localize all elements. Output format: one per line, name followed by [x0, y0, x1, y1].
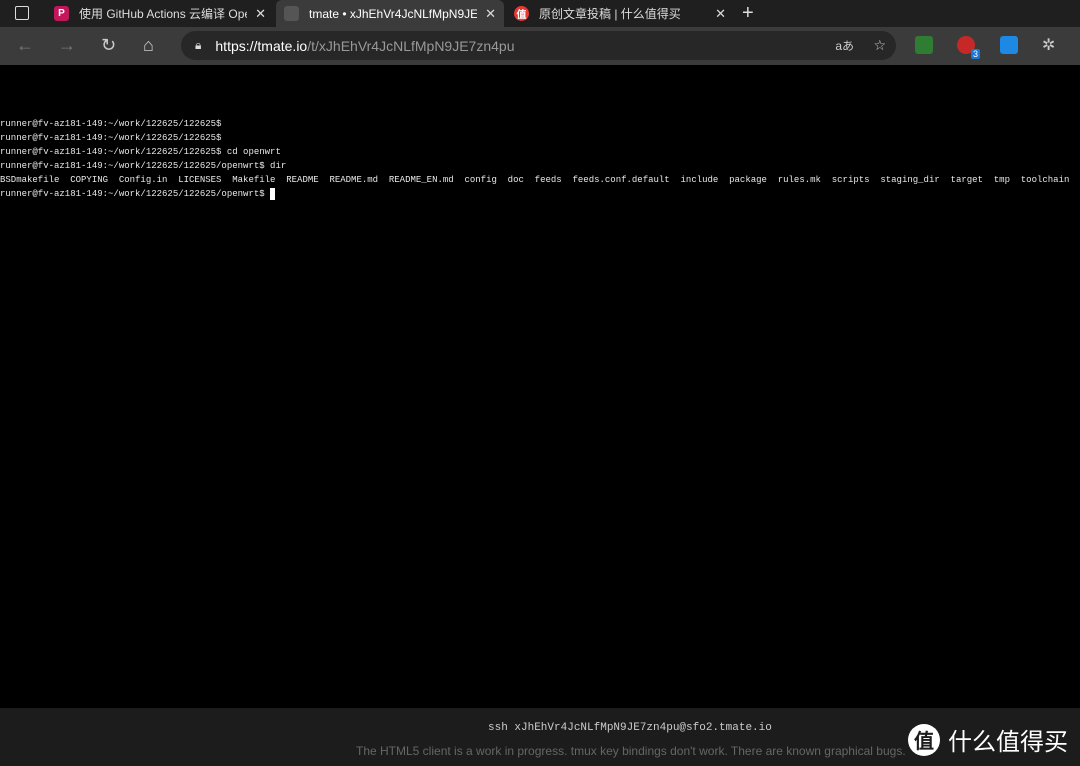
tab-github-actions[interactable]: P 使用 GitHub Actions 云编译 Ope ✕: [46, 0, 274, 27]
url-scheme: https://: [215, 37, 258, 54]
watermark-text: 什么值得买: [948, 729, 1068, 756]
terminal-line: BSDmakefile COPYING Config.in LICENSES M…: [0, 175, 1080, 185]
tab-actions-icon[interactable]: [15, 6, 29, 20]
extension-smzdm-icon[interactable]: 3: [957, 36, 980, 59]
home-icon[interactable]: ⌂: [143, 35, 154, 56]
terminal-line: runner@fv-az181-149:~/work/122625/122625…: [0, 119, 222, 129]
url-path: /t/xJhEhVr4JcNLfMpN9JE7zn4pu: [307, 37, 515, 54]
terminal-output[interactable]: runner@fv-az181-149:~/work/122625/122625…: [0, 117, 1080, 201]
tab-smzdm[interactable]: 值 原创文章投稿 | 什么值得买 ✕: [506, 0, 734, 27]
read-aloud-icon[interactable]: aあ: [835, 37, 854, 54]
tab-title: tmate • xJhEhVr4JcNLfMpN9JE7z: [309, 6, 478, 21]
close-icon[interactable]: ✕: [255, 6, 266, 22]
tmate-footer: ssh xJhEhVr4JcNLfMpN9JE7zn4pu@sfo2.tmate…: [0, 708, 1080, 766]
tab-bar: P 使用 GitHub Actions 云编译 Ope ✕ tmate • xJ…: [0, 0, 1080, 27]
tab-favicon: P: [54, 6, 69, 21]
terminal-line: runner@fv-az181-149:~/work/122625/122625…: [0, 133, 222, 143]
forward-icon[interactable]: →: [58, 35, 76, 56]
refresh-icon[interactable]: ↻: [101, 35, 116, 56]
watermark-seal-icon: 值: [908, 723, 940, 756]
browser-toolbar: ← → ↻ ⌂ 🔒︎ https://tmate.io/t/xJhEhVr4Jc…: [0, 27, 1080, 65]
tab-title: 使用 GitHub Actions 云编译 Ope: [79, 7, 248, 21]
tmate-favicon-icon: [284, 6, 299, 21]
tab-title: 原创文章投稿 | 什么值得买: [539, 7, 681, 21]
url-host: tmate.io: [257, 37, 308, 54]
smzdm-watermark: 值 什么值得买: [908, 722, 1068, 757]
tab-favicon: 值: [514, 6, 529, 21]
tab-tmate[interactable]: tmate • xJhEhVr4JcNLfMpN9JE7z ✕: [276, 0, 504, 27]
back-icon[interactable]: ←: [16, 35, 34, 56]
extension-badge: 3: [970, 49, 980, 59]
ssh-command: ssh xJhEhVr4JcNLfMpN9JE7zn4pu@sfo2.tmate…: [488, 722, 772, 734]
close-icon[interactable]: ✕: [485, 6, 496, 22]
address-bar[interactable]: 🔒︎ https://tmate.io/t/xJhEhVr4JcNLfMpN9J…: [181, 31, 896, 60]
terminal-line: runner@fv-az181-149:~/work/122625/122625…: [0, 161, 287, 171]
client-notice: The HTML5 client is a work in progress. …: [356, 744, 906, 758]
terminal-cursor: [270, 187, 276, 200]
close-icon[interactable]: ✕: [715, 6, 726, 22]
lock-icon: 🔒︎: [195, 38, 202, 52]
extension-sheet-icon[interactable]: [915, 36, 933, 54]
add-favorite-icon[interactable]: ☆: [873, 37, 886, 54]
terminal-prompt: runner@fv-az181-149:~/work/122625/122625…: [0, 189, 271, 199]
extension-shopping-icon[interactable]: [1000, 36, 1018, 54]
terminal-line: runner@fv-az181-149:~/work/122625/122625…: [0, 147, 281, 157]
extensions-puzzle-icon[interactable]: ✲: [1042, 35, 1055, 55]
new-tab-button[interactable]: +: [742, 2, 754, 25]
